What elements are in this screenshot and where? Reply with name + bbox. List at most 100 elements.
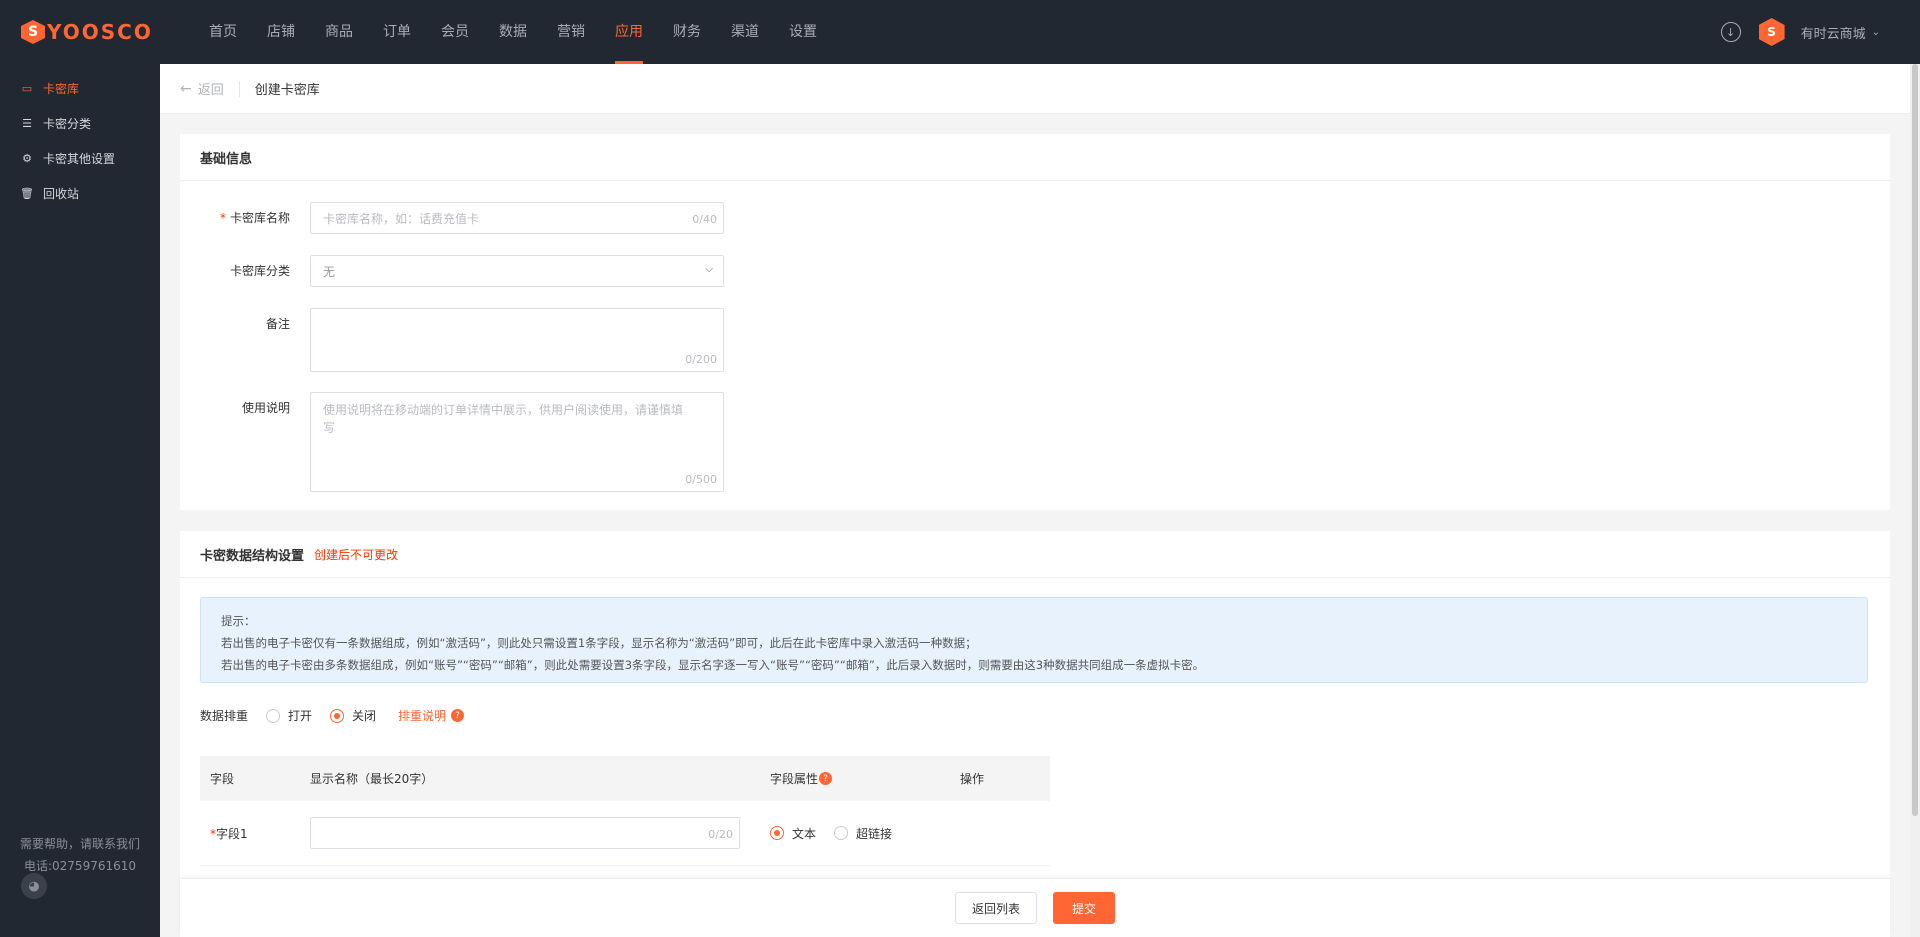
help-info: 需要帮助，请联系我们 电话:02759761610 bbox=[0, 833, 160, 877]
question-icon[interactable]: ? bbox=[451, 709, 465, 722]
dedupe-on-radio[interactable]: 打开 bbox=[266, 707, 312, 724]
sidebar-item-label: 回收站 bbox=[43, 187, 80, 201]
select-value: 无 bbox=[323, 264, 336, 279]
nav-apps[interactable]: 应用 bbox=[600, 0, 658, 64]
table-header: 字段 显示名称（最长20字） 字段属性 ? 操作 bbox=[200, 756, 1050, 801]
form-row-remark: 备注 0/200 bbox=[180, 308, 724, 372]
dedupe-row: 数据排重 打开 关闭 排重说明 ? bbox=[200, 707, 465, 724]
arrow-left-icon: ← bbox=[180, 80, 192, 97]
scrollbar-thumb[interactable] bbox=[1912, 64, 1918, 816]
col-attr: 字段属性 ? bbox=[750, 770, 950, 787]
sidebar-item-label: 卡密分类 bbox=[43, 117, 92, 131]
nav-data[interactable]: 数据 bbox=[484, 0, 542, 64]
char-count: 0/40 bbox=[692, 213, 717, 226]
char-count: 0/500 bbox=[685, 473, 717, 486]
trash-icon: 🗑 bbox=[20, 187, 34, 200]
sidebar-item-recycle-bin[interactable]: 🗑 回收站 bbox=[0, 176, 160, 211]
back-to-list-button[interactable]: 返回列表 bbox=[954, 892, 1037, 924]
brand-logo[interactable]: S YOOSCO bbox=[21, 20, 191, 44]
help-text: 需要帮助，请联系我们 bbox=[19, 837, 140, 851]
nav-home[interactable]: 首页 bbox=[194, 0, 252, 64]
back-label: 返回 bbox=[197, 83, 224, 98]
question-icon[interactable]: ? bbox=[819, 772, 833, 785]
card-library-name-input[interactable]: 卡密库名称，如：话费充值卡 0/40 bbox=[310, 202, 724, 234]
page-header: ← 返回 创建卡密库 bbox=[160, 64, 1910, 114]
tip-box: 提示： 若出售的电子卡密仅有一条数据组成，例如“激活码”，则此处只需设置1条字段… bbox=[200, 597, 1868, 683]
category-icon: ☰ bbox=[22, 117, 32, 130]
field-attr-cell: 文本 超链接 bbox=[750, 825, 950, 842]
display-name-cell: 0/20 bbox=[300, 817, 750, 849]
col-field: 字段 bbox=[210, 772, 235, 786]
sidebar-item-label: 卡密库 bbox=[43, 82, 80, 96]
col-display-name: 显示名称（最长20字） bbox=[310, 772, 434, 786]
chevron-down-icon: ⌵ bbox=[705, 264, 713, 275]
nav-settings[interactable]: 设置 bbox=[774, 0, 832, 64]
gear-icon: ⚙ bbox=[22, 152, 32, 165]
tip-title: 提示： bbox=[221, 614, 256, 628]
shop-avatar[interactable]: S bbox=[1758, 18, 1785, 46]
shop-name[interactable]: 有时云商城 bbox=[1801, 23, 1866, 42]
char-count: 0/200 bbox=[685, 353, 717, 366]
fields-table: 字段 显示名称（最长20字） 字段属性 ? 操作 *字段1 0/20 文本 超链… bbox=[200, 756, 1050, 866]
submit-button[interactable]: 提交 bbox=[1053, 892, 1116, 924]
main-nav: 首页 店铺 商品 订单 会员 数据 营销 应用 财务 渠道 设置 bbox=[194, 0, 832, 64]
page-title: 创建卡密库 bbox=[254, 83, 320, 98]
form-footer: 返回列表 提交 bbox=[180, 878, 1890, 937]
dedupe-off-radio[interactable]: 关闭 bbox=[330, 707, 376, 724]
textarea-placeholder: 使用说明将在移动端的订单详情中展示，供用户阅读使用，请谨慎填写 bbox=[323, 403, 684, 435]
usage-label: 使用说明 bbox=[241, 401, 290, 415]
tip-line: 若出售的电子卡密仅有一条数据组成，例如“激活码”，则此处只需设置1条字段，显示名… bbox=[221, 636, 977, 650]
sidebar-item-label: 卡密其他设置 bbox=[43, 152, 116, 166]
section-header: 卡密数据结构设置 创建后不可更改 bbox=[180, 531, 1890, 578]
logo-text: YOOSCO bbox=[47, 20, 153, 44]
section-title: 卡密数据结构设置 bbox=[200, 548, 305, 564]
logo-mark-icon: S bbox=[21, 20, 45, 44]
download-icon[interactable]: ↓ bbox=[1720, 22, 1741, 42]
radio-dot bbox=[770, 826, 784, 840]
table-row: *字段1 0/20 文本 超链接 bbox=[200, 801, 1050, 866]
usage-textarea[interactable]: 使用说明将在移动端的订单详情中展示，供用户阅读使用，请谨慎填写 0/500 bbox=[310, 392, 724, 492]
nav-marketing[interactable]: 营销 bbox=[542, 0, 600, 64]
dedupe-label: 数据排重 bbox=[200, 709, 249, 723]
attr-text-radio[interactable]: 文本 bbox=[770, 825, 816, 842]
section-title: 基础信息 bbox=[180, 134, 1890, 181]
sidebar-item-card-category[interactable]: ☰ 卡密分类 bbox=[0, 106, 160, 141]
data-structure-card: 卡密数据结构设置 创建后不可更改 提示： 若出售的电子卡密仅有一条数据组成，例如… bbox=[180, 531, 1890, 883]
basic-info-card: 基础信息 * 卡密库名称 卡密库名称，如：话费充值卡 0/40 卡密库分类 无 ⌵… bbox=[180, 134, 1890, 510]
required-mark: * bbox=[219, 211, 226, 225]
warning-text: 创建后不可更改 bbox=[314, 547, 399, 562]
radio-dot bbox=[330, 708, 345, 723]
sidebar-item-card-settings[interactable]: ⚙ 卡密其他设置 bbox=[0, 141, 160, 176]
name-label: * 卡密库名称 bbox=[219, 211, 290, 225]
nav-channels[interactable]: 渠道 bbox=[716, 0, 774, 64]
nav-finance[interactable]: 财务 bbox=[658, 0, 716, 64]
nav-orders[interactable]: 订单 bbox=[368, 0, 426, 64]
chevron-down-icon[interactable]: ⌄ bbox=[1872, 27, 1880, 38]
customer-service-icon[interactable]: ◕ bbox=[21, 873, 47, 899]
category-select[interactable]: 无 ⌵ bbox=[310, 255, 724, 287]
dedupe-help-link[interactable]: 排重说明 bbox=[398, 707, 446, 724]
main-content: ← 返回 创建卡密库 基础信息 * 卡密库名称 卡密库名称，如：话费充值卡 0/4… bbox=[160, 64, 1910, 937]
remark-label: 备注 bbox=[265, 317, 290, 331]
nav-products[interactable]: 商品 bbox=[310, 0, 368, 64]
top-navbar: S YOOSCO 首页 店铺 商品 订单 会员 数据 营销 应用 财务 渠道 设… bbox=[0, 0, 1920, 64]
form-row-category: 卡密库分类 无 ⌵ bbox=[180, 255, 724, 287]
sidebar-item-card-library[interactable]: ▭ 卡密库 bbox=[0, 71, 160, 106]
radio-dot bbox=[834, 826, 849, 840]
category-label: 卡密库分类 bbox=[229, 264, 290, 278]
col-actions: 操作 bbox=[960, 772, 985, 786]
nav-store[interactable]: 店铺 bbox=[252, 0, 310, 64]
nav-members[interactable]: 会员 bbox=[426, 0, 484, 64]
display-name-input[interactable]: 0/20 bbox=[310, 817, 740, 849]
remark-textarea[interactable]: 0/200 bbox=[310, 308, 724, 372]
tip-line: 若出售的电子卡密由多条数据组成，例如“账号”“密码”“邮箱”，则此处需要设置3条… bbox=[221, 658, 1205, 672]
page-scrollbar[interactable] bbox=[1910, 64, 1920, 937]
help-phone: 电话:02759761610 bbox=[23, 859, 137, 873]
form-row-usage: 使用说明 使用说明将在移动端的订单详情中展示，供用户阅读使用，请谨慎填写 0/5… bbox=[180, 392, 724, 492]
sidebar: ▭ 卡密库 ☰ 卡密分类 ⚙ 卡密其他设置 🗑 回收站 需要帮助，请联系我们 电… bbox=[0, 64, 160, 937]
back-button[interactable]: ← 返回 bbox=[180, 80, 240, 98]
attr-link-radio[interactable]: 超链接 bbox=[834, 825, 892, 842]
card-icon: ▭ bbox=[21, 82, 33, 95]
form-row-name: * 卡密库名称 卡密库名称，如：话费充值卡 0/40 bbox=[180, 202, 724, 234]
char-count: 0/20 bbox=[708, 828, 733, 841]
